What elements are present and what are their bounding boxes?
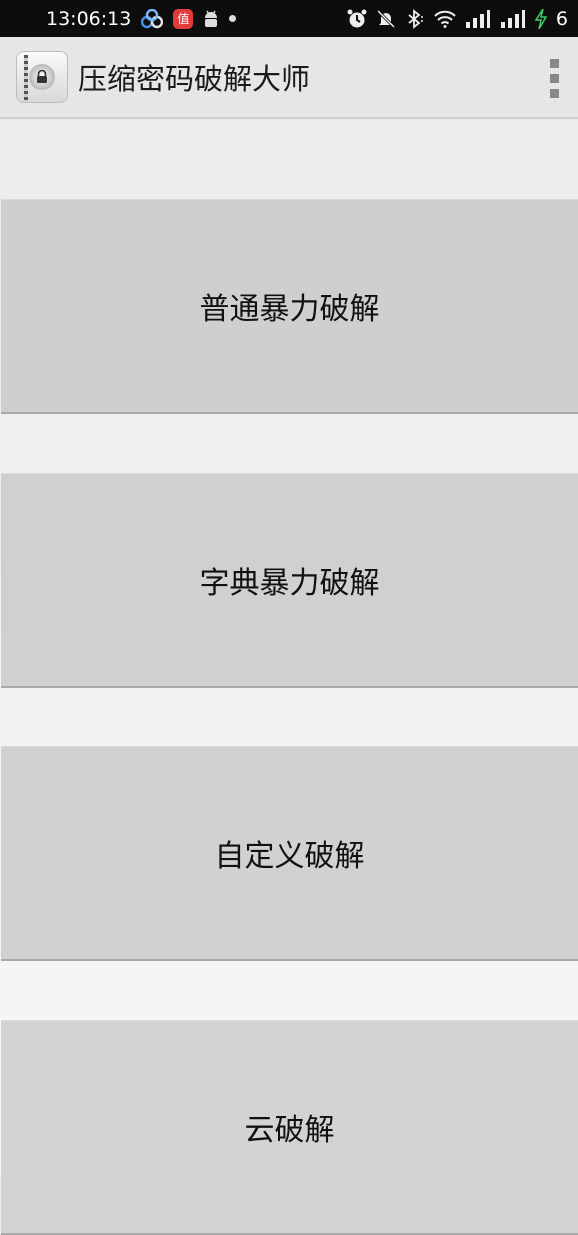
- overflow-menu-icon[interactable]: [550, 59, 560, 98]
- cloud-sync-icon: [141, 8, 164, 30]
- signal-icon: [465, 8, 491, 30]
- android-icon: [203, 8, 219, 30]
- charging-icon: [534, 8, 547, 30]
- status-time: 13:06:13: [46, 7, 132, 30]
- cloud-crack-button[interactable]: 云破解: [1, 1020, 578, 1235]
- signal-icon-2: [500, 8, 526, 30]
- normal-brute-force-button[interactable]: 普通暴力破解: [1, 199, 578, 414]
- bluetooth-icon: [405, 8, 425, 30]
- dictionary-brute-force-button[interactable]: 字典暴力破解: [1, 473, 578, 688]
- wifi-icon: [434, 8, 456, 30]
- app-title: 压缩密码破解大师: [78, 62, 311, 96]
- main-content: 普通暴力破解 字典暴力破解 自定义破解 云破解: [0, 119, 578, 1235]
- app-badge-icon: 值: [173, 8, 194, 30]
- app-bar: 压缩密码破解大师: [0, 37, 578, 119]
- zip-lock-icon: [16, 51, 68, 103]
- custom-crack-button[interactable]: 自定义破解: [1, 746, 578, 961]
- dot-icon: [229, 8, 237, 30]
- mute-icon: [376, 8, 396, 30]
- status-bar: 13:06:13 值 6: [0, 0, 578, 37]
- battery-level: 6: [555, 7, 568, 30]
- alarm-icon: [347, 8, 367, 30]
